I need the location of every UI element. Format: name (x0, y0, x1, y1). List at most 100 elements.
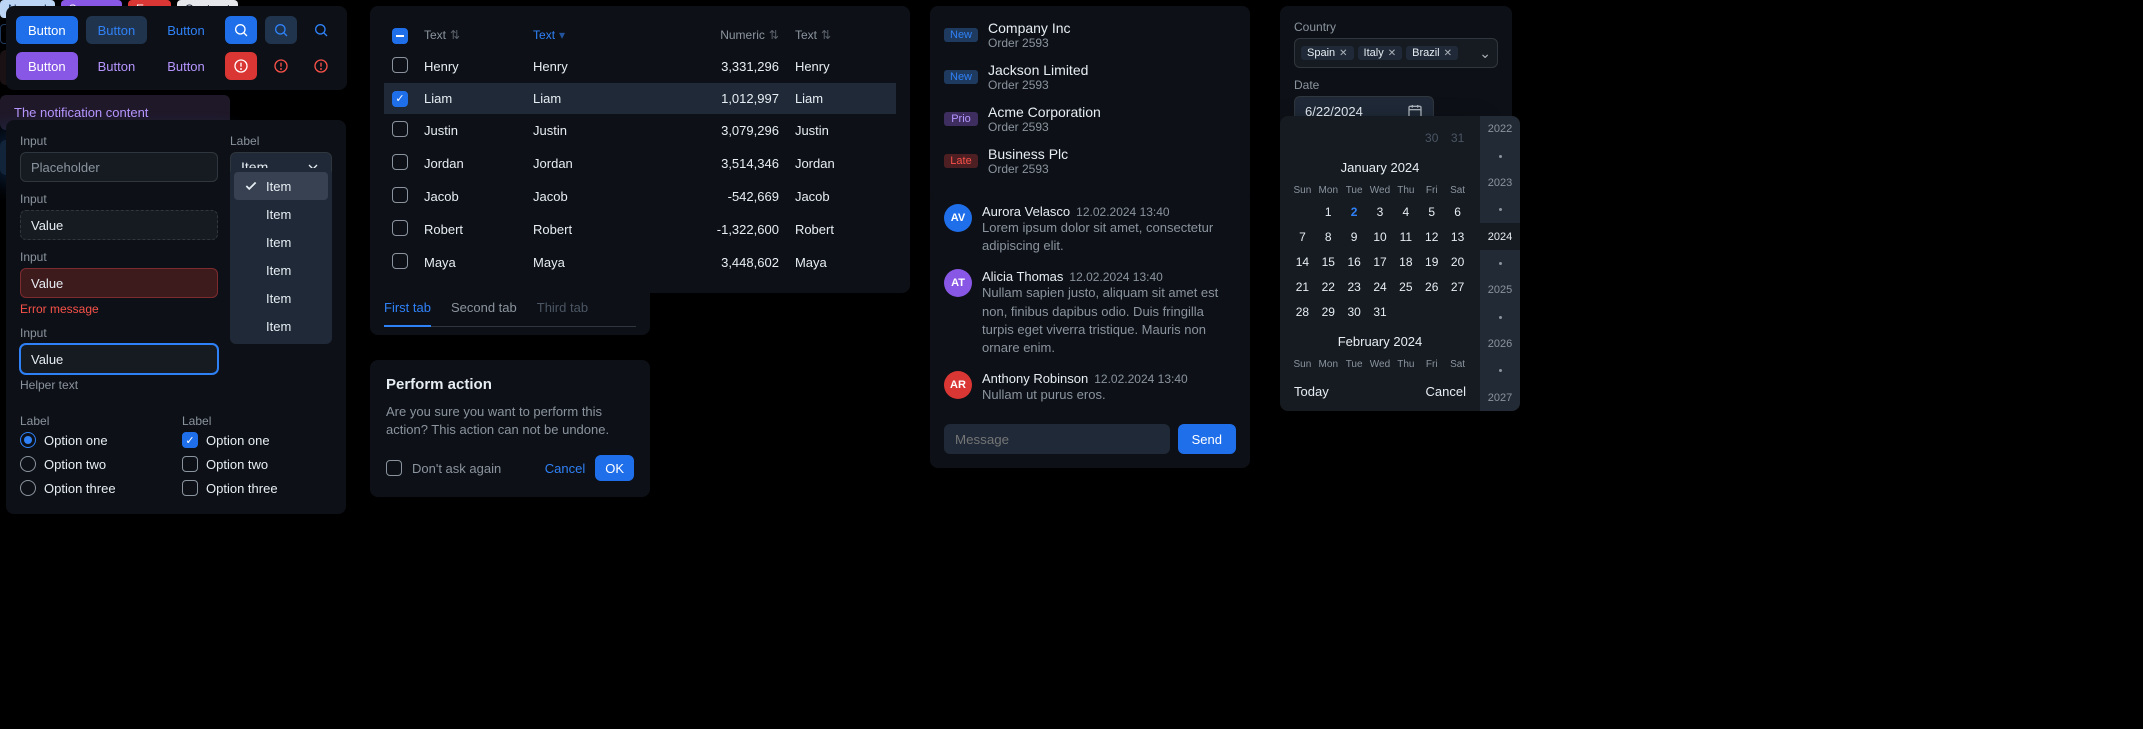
calendar-day[interactable]: 8 (1316, 225, 1341, 249)
list-item[interactable]: PrioAcme CorporationOrder 2593 (944, 104, 1236, 134)
calendar-day[interactable]: 15 (1316, 250, 1341, 274)
today-button[interactable]: Today (1294, 384, 1329, 399)
calendar-day[interactable]: 20 (1445, 250, 1470, 274)
table-row[interactable]: JacobJacob-542,669Jacob (384, 180, 896, 213)
calendar-day[interactable]: 24 (1368, 275, 1393, 299)
col-header[interactable]: Text (795, 28, 817, 42)
calendar-day[interactable]: 10 (1368, 225, 1393, 249)
year-option[interactable]: 2025 (1480, 277, 1520, 304)
button-primary-alt[interactable]: Button (16, 52, 78, 80)
ok-button[interactable]: OK (595, 455, 634, 481)
calendar-day[interactable]: 31 (1368, 300, 1393, 324)
radio-option[interactable]: Option one (20, 428, 170, 452)
calendar-day[interactable]: 29 (1316, 300, 1341, 324)
list-item[interactable]: LateBusiness PlcOrder 2593 (944, 146, 1236, 176)
calendar-day[interactable]: 11 (1393, 225, 1418, 249)
calendar-day[interactable]: 16 (1342, 250, 1367, 274)
list-item[interactable]: NewJackson LimitedOrder 2593 (944, 62, 1236, 92)
calendar-day[interactable]: 22 (1316, 275, 1341, 299)
remove-chip-icon[interactable]: ✕ (1444, 48, 1452, 59)
alert-button-outline[interactable] (265, 52, 297, 80)
year-strip[interactable]: 2022 2023 2024 2025 2026 2027 (1480, 116, 1520, 411)
message-input[interactable] (944, 424, 1170, 454)
input-focused[interactable] (20, 344, 218, 374)
year-option[interactable]: 2023 (1480, 170, 1520, 197)
select-option[interactable]: Item (234, 172, 328, 200)
select-option[interactable]: Item (234, 200, 328, 228)
search-button-outline[interactable] (265, 16, 297, 44)
dont-ask-checkbox[interactable] (386, 460, 402, 476)
select-all-checkbox[interactable] (392, 28, 408, 44)
calendar-day[interactable]: 19 (1419, 250, 1444, 274)
calendar-day[interactable]: 27 (1445, 275, 1470, 299)
row-checkbox[interactable] (392, 91, 408, 107)
country-chip[interactable]: Spain ✕ (1301, 46, 1354, 60)
button-secondary[interactable]: Button (86, 16, 148, 44)
button-tertiary[interactable]: Button (155, 16, 217, 44)
calendar-day[interactable]: 17 (1368, 250, 1393, 274)
input-dashed[interactable] (20, 210, 218, 240)
col-header[interactable]: Numeric (720, 28, 765, 42)
list-item[interactable]: NewCompany IncOrder 2593 (944, 20, 1236, 50)
calendar-day[interactable]: 9 (1342, 225, 1367, 249)
select-option[interactable]: Item (234, 228, 328, 256)
calendar-day[interactable]: 21 (1290, 275, 1315, 299)
calendar-day[interactable]: 12 (1419, 225, 1444, 249)
remove-chip-icon[interactable]: ✕ (1339, 48, 1347, 59)
row-checkbox[interactable] (392, 187, 408, 203)
checkbox-option[interactable]: Option one (182, 428, 332, 452)
checkbox-option[interactable]: Option two (182, 452, 332, 476)
alert-button-text[interactable] (305, 52, 337, 80)
calendar-day[interactable]: 3 (1368, 200, 1393, 224)
calendar-day[interactable]: 5 (1419, 200, 1444, 224)
table-row[interactable]: LiamLiam1,012,997Liam (384, 83, 896, 114)
year-option[interactable]: 2022 (1480, 116, 1520, 143)
table-row[interactable]: HenryHenry3,331,296Henry (384, 50, 896, 83)
calendar-day[interactable]: 26 (1419, 275, 1444, 299)
radio-option[interactable]: Option three (20, 476, 170, 500)
row-checkbox[interactable] (392, 154, 408, 170)
country-chip[interactable]: Italy ✕ (1358, 46, 1403, 60)
calendar-day[interactable]: 14 (1290, 250, 1315, 274)
alert-button-fill[interactable] (225, 52, 257, 80)
select-option[interactable]: Item (234, 312, 328, 340)
row-checkbox[interactable] (392, 121, 408, 137)
calendar-day[interactable]: 28 (1290, 300, 1315, 324)
search-button-text[interactable] (305, 16, 337, 44)
send-button[interactable]: Send (1178, 424, 1236, 454)
input-placeholder[interactable] (20, 152, 218, 182)
select-option[interactable]: Item (234, 284, 328, 312)
input-error[interactable] (20, 268, 218, 298)
table-row[interactable]: MayaMaya3,448,602Maya (384, 246, 896, 279)
calendar-day[interactable]: 2 (1342, 200, 1367, 224)
calendar-day[interactable]: 18 (1393, 250, 1418, 274)
table-row[interactable]: JustinJustin3,079,296Justin (384, 114, 896, 147)
calendar-day[interactable]: 23 (1342, 275, 1367, 299)
calendar-day[interactable]: 6 (1445, 200, 1470, 224)
calendar-day[interactable]: 4 (1393, 200, 1418, 224)
tab-second[interactable]: Second tab (451, 294, 517, 326)
row-checkbox[interactable] (392, 220, 408, 236)
year-option[interactable]: 2024 (1480, 223, 1520, 250)
calendar-day[interactable]: 1 (1316, 200, 1341, 224)
calendar-day[interactable]: 13 (1445, 225, 1470, 249)
year-option[interactable]: 2026 (1480, 331, 1520, 358)
row-checkbox[interactable] (392, 57, 408, 73)
search-button-fill[interactable] (225, 16, 257, 44)
year-option[interactable]: 2027 (1480, 384, 1520, 411)
calendar-day[interactable]: 7 (1290, 225, 1315, 249)
tab-first[interactable]: First tab (384, 294, 431, 327)
checkbox-option[interactable]: Option three (182, 476, 332, 500)
calendar-cancel-button[interactable]: Cancel (1426, 384, 1466, 399)
table-row[interactable]: JordanJordan3,514,346Jordan (384, 147, 896, 180)
remove-chip-icon[interactable]: ✕ (1388, 48, 1396, 59)
country-multiselect[interactable]: Spain ✕Italy ✕Brazil ✕⌄ (1294, 38, 1498, 68)
button-primary[interactable]: Button (16, 16, 78, 44)
table-row[interactable]: RobertRobert-1,322,600Robert (384, 213, 896, 246)
button-tertiary-alt[interactable]: Button (155, 52, 217, 80)
select-option[interactable]: Item (234, 256, 328, 284)
cancel-button[interactable]: Cancel (545, 461, 585, 476)
button-secondary-alt[interactable]: Button (86, 52, 148, 80)
calendar-day[interactable]: 25 (1393, 275, 1418, 299)
country-chip[interactable]: Brazil ✕ (1406, 46, 1458, 60)
